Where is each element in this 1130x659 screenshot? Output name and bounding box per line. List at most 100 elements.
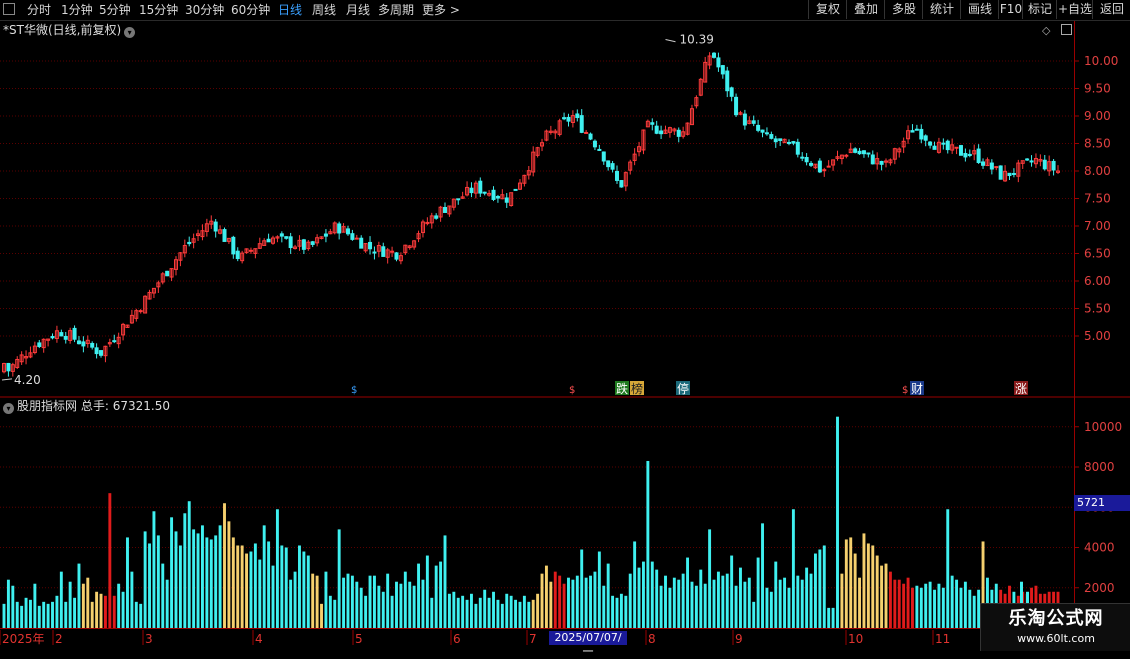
- volume-bar: [262, 525, 266, 628]
- period-tab-6[interactable]: 日线: [278, 2, 302, 18]
- candle-body: [81, 341, 86, 347]
- candle-body: [712, 52, 717, 58]
- volume-bar: [55, 595, 59, 628]
- period-tab-3[interactable]: 15分钟: [139, 2, 178, 18]
- volume-bar: [280, 545, 284, 628]
- date-axis-label: 2: [55, 632, 63, 646]
- candle-body: [372, 251, 377, 254]
- toolbar-action-3[interactable]: 统计: [922, 0, 961, 19]
- period-tab-1[interactable]: 1分钟: [61, 2, 93, 18]
- chevron-down-icon[interactable]: ▾: [124, 27, 136, 38]
- volume-bar: [769, 591, 773, 628]
- volume-bar: [941, 587, 945, 628]
- volume-bar: [275, 509, 279, 628]
- candle-body: [288, 236, 293, 249]
- period-toolbar: 分时 1分钟 5分钟 15分钟 30分钟 60分钟 日线 周线 月线 多周期 更多 > 复权 叠加 多股统…: [0, 0, 1130, 21]
- toolbar-action-4[interactable]: 画线: [960, 0, 999, 19]
- toolbar-action-5[interactable]: F10: [998, 0, 1023, 19]
- volume-bar: [950, 575, 954, 628]
- total-label: 总手:: [80, 399, 109, 413]
- volume-bar: [29, 599, 32, 628]
- period-tab-2[interactable]: 5分钟: [99, 2, 131, 18]
- candle-body: [50, 336, 55, 339]
- diamond-icon[interactable]: ◇: [1042, 24, 1050, 37]
- candle-body: [773, 138, 778, 143]
- volume-bar: [103, 595, 107, 628]
- candle-body: [914, 128, 919, 131]
- volume-bar: [624, 595, 628, 628]
- period-tab-4[interactable]: 30分钟: [185, 2, 224, 18]
- toolbar-action-7[interactable]: +自选: [1056, 0, 1093, 19]
- candle-body: [659, 130, 664, 135]
- chevron-down-icon[interactable]: ▾: [3, 403, 14, 414]
- toolbar-action-8[interactable]: 返回: [1092, 0, 1130, 19]
- volume-bar: [342, 577, 346, 628]
- candle-body: [94, 347, 99, 355]
- volume-bar: [915, 585, 919, 628]
- candle-body: [786, 141, 791, 144]
- candle-body: [235, 250, 240, 260]
- candle-body: [800, 156, 805, 159]
- toolbar-action-2[interactable]: 多股: [884, 0, 923, 19]
- volume-bar: [959, 587, 963, 628]
- volume-bar: [46, 603, 50, 628]
- panel-toggle-icon[interactable]: [1061, 24, 1072, 35]
- toolbar-action-6[interactable]: 标记: [1022, 0, 1057, 19]
- toolbar-action-1[interactable]: 叠加: [846, 0, 885, 19]
- event-marker-label: 榜: [631, 381, 643, 396]
- period-tab-7[interactable]: 周线: [312, 2, 336, 18]
- menu-icon[interactable]: [3, 3, 15, 15]
- volume-bar: [650, 561, 654, 628]
- candle-body: [310, 241, 315, 245]
- volume-bar: [192, 529, 196, 628]
- toolbar-action-0[interactable]: 复权: [808, 0, 847, 19]
- volume-bar: [417, 563, 420, 628]
- volume-bar: [492, 591, 495, 628]
- candle-body: [963, 152, 968, 158]
- volume-bar: [774, 561, 778, 628]
- volume-bar: [156, 535, 160, 628]
- event-dot-icon: $: [569, 385, 575, 396]
- candle-body: [928, 141, 933, 146]
- volume-bar: [461, 595, 465, 628]
- candle-body: [478, 180, 483, 194]
- volume-bar: [858, 577, 862, 628]
- period-tab-0[interactable]: 分时: [27, 2, 51, 18]
- volume-bar: [68, 581, 72, 628]
- candle-body: [584, 131, 589, 134]
- volume-bar: [818, 549, 822, 628]
- date-axis-label: 3: [145, 632, 153, 646]
- volume-bar: [884, 563, 888, 628]
- volume-bar: [421, 579, 425, 628]
- candle-body: [650, 122, 655, 125]
- candle-body: [945, 140, 950, 151]
- candle-body: [513, 188, 518, 191]
- candle-body: [1025, 158, 1030, 161]
- volume-bar: [589, 575, 592, 628]
- period-tab-5[interactable]: 60分钟: [231, 2, 270, 18]
- date-axis-label: 8: [648, 632, 656, 646]
- volume-bar: [148, 543, 151, 628]
- volume-bar: [888, 571, 892, 628]
- volume-bar: [655, 569, 659, 628]
- period-tab-9[interactable]: 多周期: [378, 2, 414, 18]
- period-tab-10[interactable]: 更多 >: [422, 2, 460, 18]
- volume-bar: [11, 585, 15, 628]
- volume-bar: [633, 541, 637, 628]
- volume-bar: [606, 563, 610, 628]
- candle-body: [941, 142, 946, 145]
- volume-bar: [214, 535, 218, 628]
- volume-bar: [672, 577, 676, 628]
- event-dot-icon: $: [902, 385, 908, 396]
- volume-bar: [346, 573, 350, 628]
- price-tick-label: 9.00: [1084, 109, 1111, 123]
- candle-body: [597, 148, 602, 151]
- volume-bar: [364, 595, 368, 628]
- candle-body: [381, 246, 386, 257]
- period-tab-8[interactable]: 月线: [346, 2, 370, 18]
- stock-chart[interactable]: 5.00 5.50 6.00 6.50 7.00 7.50 8.00 8.50 9.00 9.50…: [0, 21, 1130, 650]
- volume-tick-label: 8000: [1084, 460, 1115, 474]
- candle-body: [248, 249, 253, 252]
- volume-bar: [593, 571, 597, 628]
- event-marker-label: 财: [911, 382, 923, 396]
